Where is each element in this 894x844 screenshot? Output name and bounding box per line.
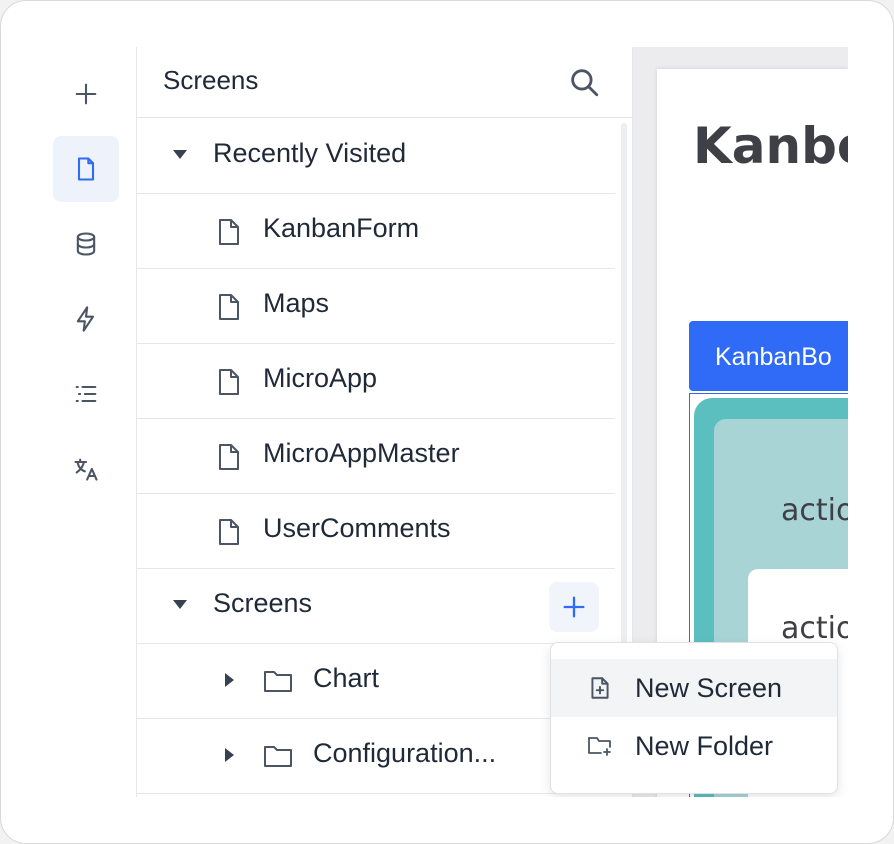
lightning-icon[interactable] bbox=[53, 286, 119, 352]
card-label: actio bbox=[781, 611, 848, 646]
folder-icon bbox=[263, 743, 293, 769]
list-item[interactable]: KanbanForm bbox=[137, 194, 615, 269]
card-label: actio bbox=[781, 493, 848, 528]
folder-icon bbox=[263, 668, 293, 694]
screen-name: MicroAppMaster bbox=[263, 438, 460, 468]
group-screens[interactable]: Screens bbox=[137, 569, 615, 644]
file-icon bbox=[217, 443, 241, 471]
caret-down-icon[interactable] bbox=[173, 150, 187, 159]
new-item-menu: New Screen New Folder bbox=[550, 642, 838, 794]
search-icon[interactable] bbox=[567, 65, 601, 99]
new-screen-icon bbox=[587, 675, 613, 701]
app-window: Screens Recently Visited KanbanForm Maps bbox=[0, 0, 894, 844]
menu-item-new-screen[interactable]: New Screen bbox=[551, 659, 837, 717]
page-title: Kanbo bbox=[693, 117, 848, 175]
add-screen-button[interactable] bbox=[549, 582, 599, 632]
menu-item-new-folder[interactable]: New Folder bbox=[551, 717, 837, 775]
file-icon bbox=[217, 518, 241, 546]
add-icon[interactable] bbox=[53, 61, 119, 127]
editor-stage: Screens Recently Visited KanbanForm Maps bbox=[51, 47, 848, 797]
menu-label: New Screen bbox=[635, 673, 783, 703]
caret-down-icon[interactable] bbox=[173, 600, 187, 609]
file-icon bbox=[217, 218, 241, 246]
list-item[interactable]: MicroAppMaster bbox=[137, 419, 615, 494]
file-icon bbox=[217, 293, 241, 321]
translate-icon[interactable] bbox=[53, 436, 119, 502]
folder-item[interactable]: Configuration... bbox=[137, 719, 615, 794]
caret-right-icon[interactable] bbox=[225, 673, 234, 687]
icon-rail bbox=[51, 47, 137, 797]
database-icon[interactable] bbox=[53, 211, 119, 277]
file-icon[interactable] bbox=[53, 136, 119, 202]
list-item[interactable]: UserComments bbox=[137, 494, 615, 569]
group-recently-visited[interactable]: Recently Visited bbox=[137, 119, 615, 194]
folder-item[interactable]: Chart bbox=[137, 644, 615, 719]
group-label: Screens bbox=[213, 588, 313, 618]
file-icon bbox=[217, 368, 241, 396]
screen-name: UserComments bbox=[263, 513, 451, 543]
screen-name: MicroApp bbox=[263, 363, 378, 393]
group-label: Recently Visited bbox=[213, 138, 407, 168]
new-folder-icon bbox=[587, 733, 613, 759]
panel-title: Screens bbox=[163, 65, 259, 95]
scrollbar[interactable] bbox=[621, 123, 627, 723]
screen-name: Maps bbox=[263, 288, 330, 318]
folder-name: Chart bbox=[313, 663, 380, 693]
kanban-header-label: KanbanBo bbox=[715, 343, 832, 371]
list-icon[interactable] bbox=[53, 361, 119, 427]
menu-label: New Folder bbox=[635, 731, 774, 761]
caret-right-icon[interactable] bbox=[225, 748, 234, 762]
list-item[interactable]: MicroApp bbox=[137, 344, 615, 419]
panel-header: Screens bbox=[137, 47, 633, 118]
screen-name: KanbanForm bbox=[263, 213, 420, 243]
list-item[interactable]: Maps bbox=[137, 269, 615, 344]
folder-name: Configuration... bbox=[313, 738, 497, 768]
